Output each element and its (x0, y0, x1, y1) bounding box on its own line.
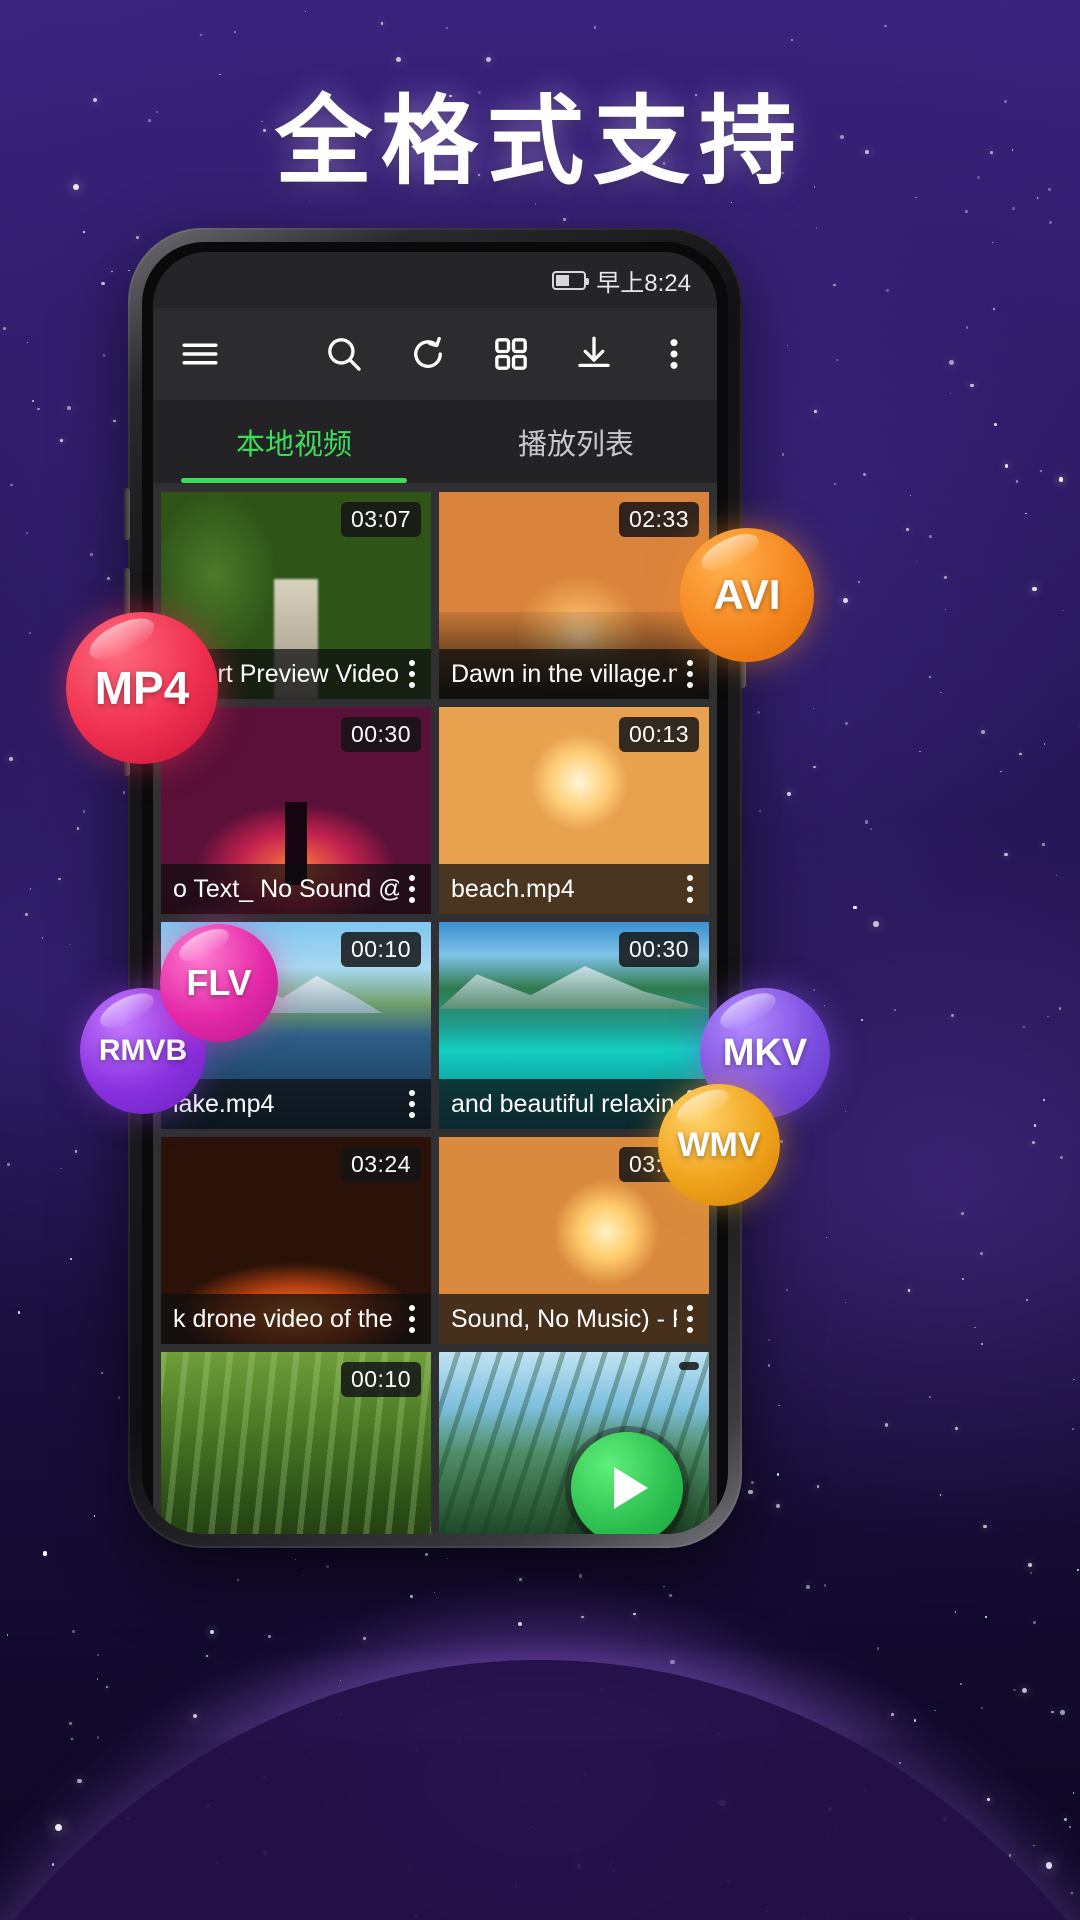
video-caption: o Text_ No Sound @On (161, 864, 431, 914)
video-title: lake.mp4 (173, 1089, 275, 1118)
video-title: beach.mp4 (451, 874, 575, 903)
format-badge-label: MKV (722, 1031, 808, 1074)
more-vertical-icon[interactable] (657, 333, 691, 375)
video-title: and beautiful relaxing m (451, 1089, 677, 1118)
phone-bezel: 早上8:24 本地视频 播放列表 03:07 Short Preview Vid… (142, 242, 728, 1534)
format-badge-label: RMVB (98, 1034, 188, 1067)
grid-view-icon[interactable] (491, 334, 531, 374)
more-vertical-icon[interactable] (677, 1302, 703, 1336)
video-item[interactable]: 02:33 Dawn in the village.mp4 (439, 492, 709, 699)
more-vertical-icon[interactable] (399, 1302, 425, 1336)
phone-mockup: 早上8:24 本地视频 播放列表 03:07 Short Preview Vid… (124, 228, 746, 1548)
more-vertical-icon[interactable] (677, 872, 703, 906)
tab-bar: 本地视频 播放列表 (153, 400, 717, 484)
video-item[interactable]: 03:24 k drone video of the cra (161, 1137, 431, 1344)
video-duration: 03:07 (340, 502, 421, 537)
format-badge-flv: FLV (160, 924, 278, 1042)
more-vertical-icon[interactable] (399, 872, 425, 906)
video-item[interactable]: 00:10 (161, 1352, 431, 1534)
video-duration (679, 1362, 699, 1370)
video-title: k drone video of the cra (173, 1304, 399, 1333)
format-badge-mp4: MP4 (66, 612, 218, 764)
video-duration: 02:33 (618, 502, 699, 537)
video-item[interactable]: 00:30 o Text_ No Sound @On (161, 707, 431, 914)
phone-side-button-mute (124, 488, 130, 540)
app-toolbar (153, 308, 717, 400)
format-badge-label: FLV (186, 962, 252, 1003)
video-item[interactable]: 00:13 beach.mp4 (439, 707, 709, 914)
more-vertical-icon[interactable] (399, 1087, 425, 1121)
tab-playlist[interactable]: 播放列表 (435, 400, 717, 483)
tab-local-videos[interactable]: 本地视频 (153, 400, 435, 483)
video-duration: 00:30 (340, 717, 421, 752)
video-title: Sound, No Music) - F (451, 1304, 677, 1333)
format-badge-label: MP4 (94, 662, 190, 714)
play-fab-button[interactable] (571, 1432, 683, 1534)
video-item[interactable]: 00:30 and beautiful relaxing m (439, 922, 709, 1129)
video-caption: lake.mp4 (161, 1079, 431, 1129)
status-bar: 早上8:24 (153, 252, 717, 308)
format-badge-avi: AVI (680, 528, 814, 662)
status-bar-time: 早上8:24 (596, 269, 691, 297)
menu-icon[interactable] (179, 333, 221, 375)
video-duration: 00:13 (618, 717, 699, 752)
video-duration: 00:30 (618, 932, 699, 967)
video-duration: 03:24 (340, 1147, 421, 1182)
phone-screen: 早上8:24 本地视频 播放列表 03:07 Short Preview Vid… (153, 252, 717, 1534)
more-vertical-icon[interactable] (399, 657, 425, 691)
more-vertical-icon[interactable] (677, 657, 703, 691)
video-title: o Text_ No Sound @On (173, 874, 399, 903)
video-duration: 00:10 (340, 932, 421, 967)
search-icon[interactable] (323, 333, 365, 375)
video-caption: Sound, No Music) - F (439, 1294, 709, 1344)
video-title: Dawn in the village.mp4 (451, 659, 677, 688)
play-icon (614, 1467, 648, 1509)
refresh-icon[interactable] (407, 333, 449, 375)
format-badge-label: AVI (713, 571, 781, 618)
video-caption: k drone video of the cra (161, 1294, 431, 1344)
battery-icon (552, 270, 590, 290)
format-badge-label: WMV (677, 1125, 761, 1164)
video-duration: 00:10 (340, 1362, 421, 1397)
format-badge-wmv: WMV (658, 1084, 780, 1206)
download-icon[interactable] (573, 333, 615, 375)
video-caption: beach.mp4 (439, 864, 709, 914)
video-caption: Dawn in the village.mp4 (439, 649, 709, 699)
page-title: 全格式支持 (275, 85, 805, 198)
